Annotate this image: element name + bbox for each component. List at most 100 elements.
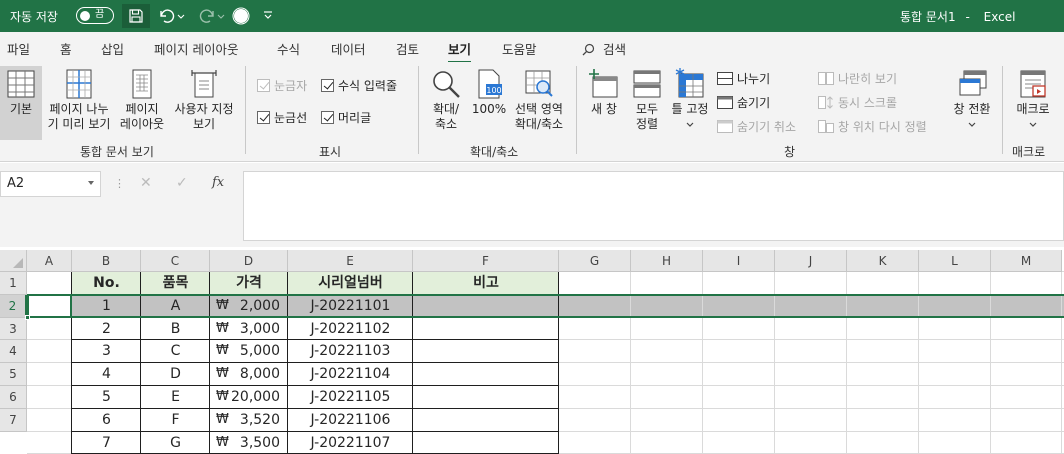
column-header-i[interactable]: I	[703, 250, 775, 272]
column-header-g[interactable]: G	[559, 250, 631, 272]
switch-windows-button[interactable]: 창 전환	[946, 69, 998, 132]
cell-serial[interactable]: J-20221106	[288, 409, 413, 431]
cell-price[interactable]: 8,000	[210, 363, 280, 385]
fill-handle[interactable]	[25, 314, 30, 320]
enter-icon[interactable]: ✓	[176, 175, 188, 191]
zoom-100-button[interactable]: 100 100%	[470, 69, 508, 117]
no-header[interactable]: No.	[72, 272, 141, 294]
cell-price[interactable]: 20,000	[210, 386, 280, 408]
unhide-button[interactable]: 숨기기 취소	[717, 118, 796, 135]
ruler-checkbox[interactable]: 눈금자	[257, 77, 307, 94]
cell-item[interactable]: F	[141, 409, 210, 431]
cell-item[interactable]: G	[141, 432, 210, 454]
active-cell-a2[interactable]	[27, 293, 72, 318]
zoom-button[interactable]: 확대/ 축소	[426, 69, 466, 132]
cell-serial[interactable]: J-20221103	[288, 340, 413, 362]
column-header-m[interactable]: M	[991, 250, 1062, 272]
select-all-button[interactable]	[0, 250, 27, 272]
name-box[interactable]: A2	[0, 171, 101, 197]
cell-no[interactable]: 7	[72, 432, 141, 454]
cell-price[interactable]: 5,000	[210, 340, 280, 362]
cancel-icon[interactable]: ✕	[140, 175, 152, 191]
column-header-a[interactable]: A	[27, 250, 72, 272]
cell-price[interactable]: 3,500	[210, 432, 280, 454]
tab-home[interactable]: 홈	[60, 39, 72, 58]
column-header-j[interactable]: J	[775, 250, 847, 272]
zoom-to-selection-button[interactable]: 선택 영역 확대/축소	[510, 69, 568, 132]
price-header[interactable]: 가격	[210, 272, 288, 294]
macros-button[interactable]: 매크로	[1008, 69, 1058, 132]
formula-bar-checkbox[interactable]: 수식 입력줄	[321, 77, 397, 94]
cell-no[interactable]: 1	[72, 295, 141, 317]
tab-insert[interactable]: 삽입	[101, 39, 124, 58]
custom-views-button[interactable]: 사용자 지정 보기	[168, 69, 240, 132]
insert-function-button[interactable]: fx	[212, 175, 224, 190]
column-header-k[interactable]: K	[847, 250, 919, 272]
cell-serial[interactable]: J-20221107	[288, 432, 413, 454]
row-header-3[interactable]: 3	[0, 317, 27, 341]
serial-header[interactable]: 시리얼넘버	[288, 272, 413, 294]
chevron-down-icon[interactable]	[88, 181, 94, 185]
normal-view-button[interactable]: 기본	[0, 66, 42, 140]
column-header-e[interactable]: E	[288, 250, 413, 272]
row-header-1[interactable]: 1	[0, 272, 27, 295]
headings-checkbox[interactable]: 머리글	[321, 109, 371, 126]
save-button[interactable]	[122, 4, 150, 28]
search-box[interactable]: 검색	[582, 39, 626, 58]
cell-no[interactable]: 2	[72, 318, 141, 340]
row-header-6[interactable]: 6	[0, 386, 27, 409]
cell-no[interactable]: 3	[72, 340, 141, 362]
cell-price[interactable]: 3,000	[210, 318, 280, 340]
column-header-c[interactable]: C	[141, 250, 210, 272]
view-side-by-side-button[interactable]: 나란히 보기	[818, 70, 897, 87]
cell-serial[interactable]: J-20221102	[288, 318, 413, 340]
cell-no[interactable]: 5	[72, 386, 141, 408]
page-break-preview-button[interactable]: 페이지 나누 기 미리 보기	[44, 69, 114, 132]
column-header-f[interactable]: F	[413, 250, 559, 272]
touch-mode-button[interactable]	[230, 4, 252, 28]
synchronous-scrolling-button[interactable]: 동시 스크롤	[818, 94, 897, 111]
freeze-panes-button[interactable]: 틀 고정	[668, 68, 712, 132]
tab-data[interactable]: 데이터	[331, 39, 366, 58]
tab-review[interactable]: 검토	[396, 39, 419, 58]
cell-no[interactable]: 6	[72, 409, 141, 431]
hide-button[interactable]: 숨기기	[717, 94, 770, 111]
formula-input[interactable]	[243, 171, 1064, 241]
page-layout-view-button[interactable]: 페이지 레이아웃	[116, 69, 168, 132]
column-header-h[interactable]: H	[631, 250, 703, 272]
note-header[interactable]: 비고	[413, 272, 559, 294]
row-header-7[interactable]: 7	[0, 408, 27, 432]
row-header-2[interactable]: 2	[0, 294, 27, 318]
cell-serial[interactable]: J-20221104	[288, 363, 413, 385]
gridlines-checkbox[interactable]: 눈금선	[257, 109, 307, 126]
new-window-button[interactable]: 새 창	[584, 69, 624, 117]
cell-item[interactable]: E	[141, 386, 210, 408]
row-header-5[interactable]: 5	[0, 363, 27, 386]
arrange-all-button[interactable]: 모두 정렬	[630, 69, 664, 132]
column-header-l[interactable]: L	[919, 250, 991, 272]
cell-item[interactable]: D	[141, 363, 210, 385]
customize-qat-button[interactable]	[258, 4, 278, 28]
column-header-b[interactable]: B	[72, 250, 141, 272]
cell-serial[interactable]: J-20221105	[288, 386, 413, 408]
worksheet-grid[interactable]: A B C D E F G H I J K L M 1 2 3 4 5 6 7 No. 품목 가격 시리얼넘버 비고 1 A ₩2,0…	[0, 250, 1064, 454]
reset-window-position-button[interactable]: 창 위치 다시 정렬	[818, 118, 927, 135]
autosave-toggle[interactable]: 끔	[76, 7, 114, 24]
cell-serial[interactable]: J-20221101	[288, 295, 413, 317]
redo-button[interactable]	[194, 4, 228, 28]
cell-price[interactable]: 3,520	[210, 409, 280, 431]
cell-no[interactable]: 4	[72, 363, 141, 385]
tab-page-layout[interactable]: 페이지 레이아웃	[154, 39, 238, 58]
cell-price[interactable]: 2,000	[210, 295, 280, 317]
tab-help[interactable]: 도움말	[502, 39, 537, 58]
cell-item[interactable]: B	[141, 318, 210, 340]
cell-item[interactable]: A	[141, 295, 210, 317]
row-header-4[interactable]: 4	[0, 340, 27, 364]
tab-formulas[interactable]: 수식	[277, 39, 300, 58]
tab-file[interactable]: 파일	[7, 39, 30, 58]
tab-view[interactable]: 보기	[448, 39, 472, 64]
split-button[interactable]: 나누기	[717, 70, 770, 87]
item-header[interactable]: 품목	[141, 272, 210, 294]
undo-button[interactable]	[154, 4, 188, 28]
cell-item[interactable]: C	[141, 340, 210, 362]
